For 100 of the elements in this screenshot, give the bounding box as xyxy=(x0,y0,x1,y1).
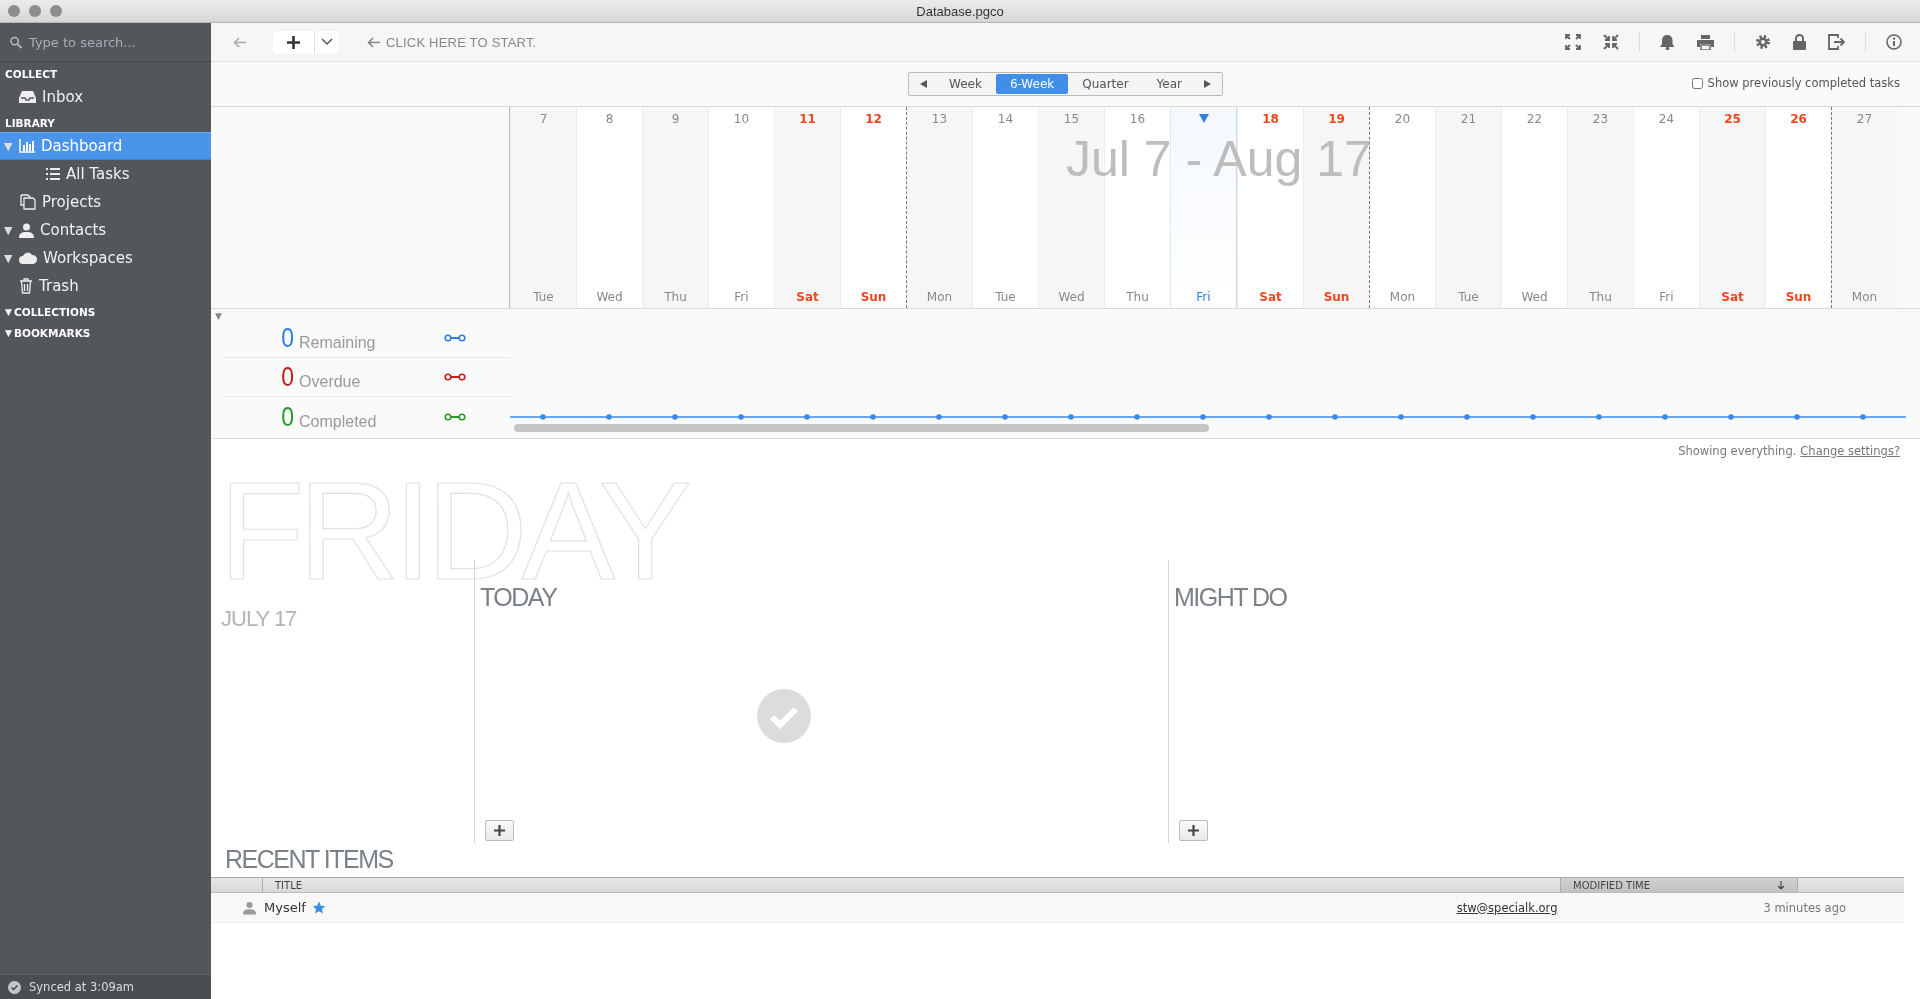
column-title: TODAY xyxy=(480,582,557,612)
inbox-icon xyxy=(19,90,36,104)
horizontal-scrollbar[interactable] xyxy=(514,424,1209,432)
person-icon xyxy=(243,900,256,915)
weekday-label: Mon xyxy=(926,290,953,304)
weekday-label: Sun xyxy=(860,290,887,304)
section-header: COLLECT xyxy=(5,68,58,80)
day-number: 16 xyxy=(1129,112,1146,126)
day-number: 8 xyxy=(605,112,614,126)
day-number: 11 xyxy=(799,112,816,126)
search-field[interactable]: Type to search... xyxy=(27,33,201,51)
day-number: 20 xyxy=(1394,112,1411,126)
weekday-label: Wed xyxy=(1521,290,1548,304)
disclosure-triangle[interactable]: ▼ xyxy=(215,311,222,321)
today-marker-icon xyxy=(1198,114,1209,123)
sidebar-item[interactable]: All Tasks xyxy=(0,160,211,188)
sidebar-item[interactable]: Inbox xyxy=(0,83,211,111)
day-number: 14 xyxy=(997,112,1014,126)
day-number: 23 xyxy=(1592,112,1609,126)
day-number: 10 xyxy=(733,112,750,126)
day-number: 27 xyxy=(1856,112,1873,126)
show-completed-checkbox[interactable] xyxy=(1691,77,1703,89)
day-number: 13 xyxy=(931,112,948,126)
window-title: Database.pgco xyxy=(916,3,1004,19)
period-tab[interactable]: Quarter xyxy=(1068,74,1143,94)
email-link[interactable]: stw@specialk.org xyxy=(1456,900,1558,915)
minimize-window-button[interactable] xyxy=(29,5,41,17)
weekday-label: Sun xyxy=(1323,290,1350,304)
count: 0 xyxy=(281,325,294,352)
line-legend-icon xyxy=(444,373,467,381)
weekday-label: Fri xyxy=(1659,290,1674,304)
weekday-label: Thu xyxy=(664,290,687,304)
triangle-right-icon xyxy=(1204,80,1211,88)
date-range-label: Jul 7 - Aug 17 xyxy=(1066,133,1372,185)
check-circle-icon xyxy=(757,689,811,743)
disclosure-triangle[interactable]: ▼ xyxy=(4,251,15,265)
day-number: 21 xyxy=(1460,112,1477,126)
arrow-left-icon xyxy=(233,36,247,48)
date-label: JULY 17 xyxy=(220,605,298,632)
chevron-down-icon xyxy=(321,38,333,46)
sync-status: Synced at 3:09am xyxy=(29,980,135,994)
weekday-label: Wed xyxy=(596,290,623,304)
period-tab[interactable]: Week xyxy=(935,74,996,94)
arrow-left-icon xyxy=(367,36,380,48)
section-header: LIBRARY xyxy=(5,117,55,129)
weekday-label: Sat xyxy=(1259,290,1282,304)
count: 0 xyxy=(281,364,294,391)
day-number: 24 xyxy=(1658,112,1675,126)
add-task-button[interactable] xyxy=(1179,820,1208,841)
table-cell[interactable]: Myself xyxy=(264,900,306,915)
day-number: 26 xyxy=(1790,112,1807,126)
sidebar-item[interactable]: Projects xyxy=(0,188,211,216)
sidebar-item[interactable]: ▼ Contacts xyxy=(0,216,211,244)
filter-note: Showing everything. xyxy=(1678,444,1797,458)
day-number: 19 xyxy=(1328,112,1345,126)
weekday-label: Fri xyxy=(734,290,749,304)
weekday-label: Tue xyxy=(995,290,1016,304)
day-number: 9 xyxy=(671,112,680,126)
list-icon xyxy=(46,168,60,180)
weekday-label: Mon xyxy=(1851,290,1878,304)
sort-arrow-icon xyxy=(1777,880,1785,890)
line-legend-icon xyxy=(444,334,467,342)
weekday-label: Wed xyxy=(1058,290,1085,304)
day-number: 22 xyxy=(1526,112,1543,126)
search-icon xyxy=(10,35,22,49)
day-number: 7 xyxy=(539,112,548,126)
section-header[interactable]: BOOKMARKS xyxy=(14,327,91,339)
legend-label: Completed xyxy=(299,413,378,431)
disclosure-triangle[interactable]: ▼ xyxy=(4,223,15,237)
sidebar-item[interactable]: Trash xyxy=(0,272,211,300)
weekday-label: Tue xyxy=(1458,290,1479,304)
legend-label: Remaining xyxy=(299,334,377,352)
period-tab[interactable]: Year xyxy=(1142,74,1196,94)
cloud-icon xyxy=(19,252,37,264)
sync-check-icon xyxy=(8,980,21,994)
weekday-label: Fri xyxy=(1196,290,1211,304)
plus-icon xyxy=(1188,825,1199,836)
triangle-left-icon xyxy=(920,80,927,88)
person-icon xyxy=(19,222,34,238)
weekday-label: Sat xyxy=(1721,290,1744,304)
sidebar-item[interactable]: ▼ Workspaces xyxy=(0,244,211,272)
legend-label: Overdue xyxy=(299,373,362,391)
zoom-window-button[interactable] xyxy=(50,5,62,17)
bar-chart-icon xyxy=(19,139,35,153)
change-settings-link[interactable]: Change settings? xyxy=(1800,444,1900,458)
weekday-label: Sun xyxy=(1785,290,1812,304)
weekday-label: Tue xyxy=(533,290,554,304)
column-header[interactable]: MODIFIED TIME xyxy=(1560,878,1798,892)
plus-icon xyxy=(494,825,505,836)
documents-icon xyxy=(19,194,36,210)
close-window-button[interactable] xyxy=(8,5,20,17)
section-title: RECENT ITEMS xyxy=(224,844,394,875)
disclosure-triangle[interactable]: ▼ xyxy=(5,307,14,317)
plus-icon xyxy=(287,35,300,49)
section-header[interactable]: COLLECTIONS xyxy=(14,306,96,318)
day-number: 15 xyxy=(1063,112,1080,126)
disclosure-triangle[interactable]: ▼ xyxy=(5,328,14,338)
add-task-button[interactable] xyxy=(485,820,514,841)
table-cell: 3 minutes ago xyxy=(1763,900,1846,915)
weekday-label: Thu xyxy=(1589,290,1612,304)
